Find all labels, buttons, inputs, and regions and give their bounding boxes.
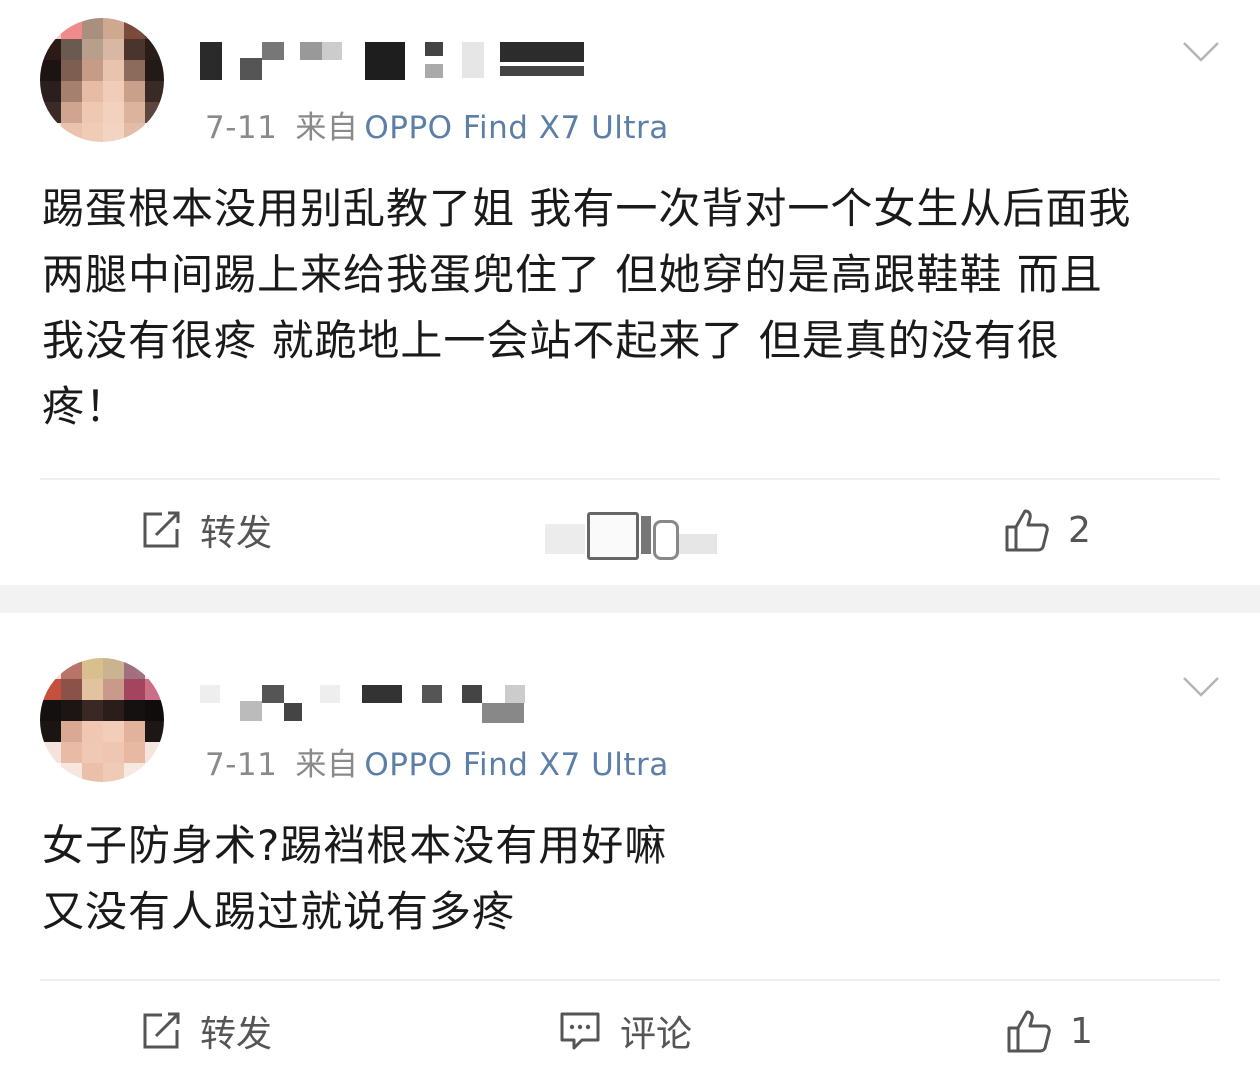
like-button[interactable]: 2 (1004, 500, 1091, 560)
content-line: 踢蛋根本没用别乱教了姐 我有一次背对一个女生从后面我 (42, 184, 1132, 233)
post-content: 踢蛋根本没用别乱教了姐 我有一次背对一个女生从后面我 两腿中间踢上来给我蛋兜住了… (42, 176, 1220, 440)
like-icon (1007, 1010, 1051, 1053)
comment-icon (560, 1012, 600, 1050)
repost-label: 转发 (200, 1014, 273, 1055)
post-separator (0, 585, 1260, 613)
username-redacted[interactable] (200, 40, 590, 90)
divider (40, 478, 1220, 480)
post-card: 7-11 来自 OPPO Find X7 Ultra 女子防身术?踢裆根本没有用好嘛… (0, 613, 1260, 1080)
post-date: 7-11 (205, 747, 278, 783)
content-line: 又没有人踢过就说有多疼 (42, 887, 516, 936)
content-line: 女子防身术?踢裆根本没有用好嘛 (42, 821, 668, 870)
content-line: 两腿中间踢上来给我蛋兜住了 但她穿的是高跟鞋鞋 而且 (42, 250, 1103, 299)
repost-button[interactable]: 转发 (140, 1001, 272, 1061)
content-line: 疼！ (42, 382, 129, 431)
repost-icon (143, 511, 180, 548)
from-label: 来自 (295, 110, 359, 146)
like-count: 2 (1068, 509, 1091, 551)
avatar[interactable] (40, 658, 164, 782)
from-label: 来自 (295, 747, 359, 783)
divider (40, 979, 1220, 981)
chevron-down-icon[interactable] (1182, 675, 1220, 699)
comment-button-redacted[interactable] (545, 512, 717, 560)
source-link[interactable]: OPPO Find X7 Ultra (364, 747, 668, 783)
post-content: 女子防身术?踢裆根本没有用好嘛 又没有人踢过就说有多疼 (42, 813, 1220, 945)
post-card: 7-11 来自 OPPO Find X7 Ultra 踢蛋根本没用别乱教了姐 我有一… (0, 0, 1260, 585)
comment-button[interactable]: 评论 (558, 1001, 692, 1061)
like-count: 1 (1070, 1010, 1093, 1052)
post-date: 7-11 (205, 110, 278, 146)
post-meta: 7-11 来自 OPPO Find X7 Ultra (205, 739, 669, 784)
chevron-down-icon[interactable] (1182, 40, 1220, 64)
post-meta: 7-11 来自 OPPO Find X7 Ultra (205, 102, 669, 147)
repost-label: 转发 (200, 513, 273, 554)
comment-label: 评论 (620, 1014, 693, 1055)
repost-button[interactable]: 转发 (140, 500, 272, 560)
like-icon (1005, 509, 1049, 552)
source-link[interactable]: OPPO Find X7 Ultra (364, 110, 668, 146)
avatar[interactable] (40, 18, 164, 142)
like-button[interactable]: 1 (1006, 1001, 1093, 1061)
repost-icon (143, 1012, 180, 1049)
content-line: 我没有很疼 就跪地上一会站不起来了 但是真的没有很 (42, 316, 1060, 365)
username-redacted[interactable] (200, 681, 530, 731)
